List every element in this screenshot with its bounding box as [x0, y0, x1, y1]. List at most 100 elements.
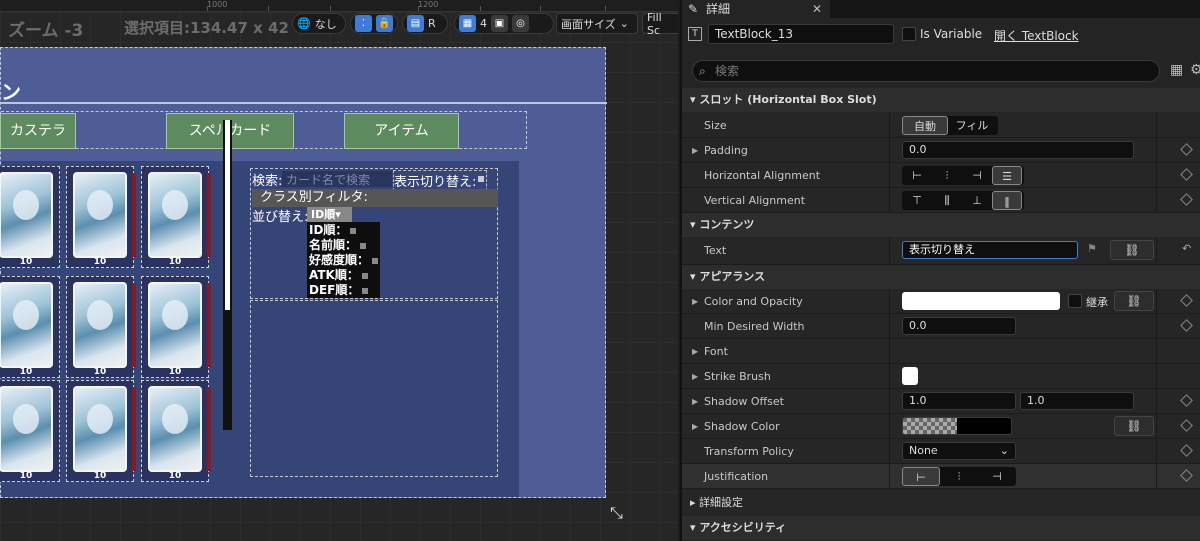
- widget-name-row: T TextBlock_13 Is Variable 開く TextBlock: [682, 24, 1200, 46]
- text-value-field[interactable]: 表示切り替え: [902, 241, 1078, 259]
- align-left-icon[interactable]: ⊢: [902, 166, 932, 185]
- is-variable-checkbox[interactable]: [902, 27, 916, 41]
- shadow-offset-y-field[interactable]: 1.0: [1020, 392, 1134, 410]
- collapse-icon: ▾: [690, 270, 700, 283]
- globe-icon: 🌐: [297, 17, 311, 30]
- respect-lock-toggle[interactable]: ▤ R: [402, 13, 448, 34]
- table-view-icon[interactable]: ▦: [1170, 62, 1183, 78]
- card-slot[interactable]: 10: [0, 166, 60, 268]
- card-slot[interactable]: 10: [66, 276, 136, 378]
- text-binding-button[interactable]: ⛓: [1110, 240, 1154, 260]
- reset-diamond-icon[interactable]: [1180, 143, 1193, 156]
- grid-snap-group[interactable]: ▦ 4 ▣ ◎: [454, 13, 554, 34]
- fill-screen-dropdown[interactable]: Fill Sc: [642, 11, 678, 37]
- justify-right-icon[interactable]: ⊣: [978, 467, 1016, 486]
- justify-left-icon[interactable]: ⊢: [902, 467, 940, 486]
- color-swatch[interactable]: [902, 292, 1060, 310]
- expand-arrow-icon[interactable]: ▶: [692, 414, 698, 439]
- widget-name-field[interactable]: TextBlock_13: [708, 24, 894, 44]
- ruler-mark-1200: 1200: [418, 0, 439, 9]
- h-align-group[interactable]: ⊢ ⫶ ⊣ ☰: [902, 166, 1024, 185]
- sort-option[interactable]: 好感度順：: [307, 253, 380, 268]
- reset-diamond-icon[interactable]: [1180, 319, 1193, 332]
- valign-bottom-icon[interactable]: ⊥: [962, 191, 992, 210]
- align-right-icon[interactable]: ⊣: [962, 166, 992, 185]
- reset-diamond-icon[interactable]: [1180, 469, 1193, 482]
- toggle-checkbox[interactable]: [478, 176, 484, 182]
- gear-icon[interactable]: ⚙: [1190, 62, 1200, 78]
- justification-group[interactable]: ⊢ ⫶ ⊣: [902, 467, 1016, 486]
- resize-handle-icon[interactable]: ⤡: [610, 503, 623, 523]
- sort-option[interactable]: 名前順：: [307, 238, 380, 253]
- detail-panel: [250, 300, 498, 477]
- expand-arrow-icon[interactable]: ▶: [692, 138, 698, 163]
- card-slot[interactable]: 10: [66, 380, 136, 482]
- card-slot[interactable]: 10: [0, 380, 60, 482]
- expand-arrow-icon[interactable]: ▶: [692, 389, 698, 414]
- details-search-input[interactable]: ⌕ 検索: [692, 60, 1160, 82]
- card-slot[interactable]: 10: [141, 380, 211, 482]
- size-toggle[interactable]: 自動 フィル: [902, 116, 998, 135]
- scrollbar-thumb[interactable]: [225, 120, 230, 310]
- reset-diamond-icon[interactable]: [1180, 419, 1193, 432]
- prop-v-align: Vertical Alignment ⊤ ⫼ ⊥ ‖: [682, 188, 1200, 213]
- justify-center-icon[interactable]: ⫶: [940, 467, 978, 486]
- tab-details[interactable]: ✎ 詳細 ✕: [682, 0, 830, 18]
- card-search-input[interactable]: カード名で検索: [282, 171, 392, 187]
- expand-arrow-icon[interactable]: ▶: [692, 364, 698, 389]
- transform-policy-dropdown[interactable]: None ⌄: [902, 442, 1016, 460]
- valign-fill-icon[interactable]: ‖: [992, 191, 1022, 210]
- strike-brush-swatch[interactable]: [902, 367, 918, 385]
- reset-arrow-icon[interactable]: ↶: [1182, 242, 1191, 255]
- card-slot[interactable]: 10: [0, 276, 60, 378]
- sort-option[interactable]: ATK順：: [307, 268, 380, 283]
- padding-field[interactable]: 0.0: [902, 141, 1134, 159]
- reset-diamond-icon[interactable]: [1180, 294, 1193, 307]
- toggle-label: 表示切り替え:: [393, 170, 488, 191]
- card-slot[interactable]: 10: [141, 166, 211, 268]
- pencil-icon: ✎: [688, 2, 699, 16]
- prop-shadow-offset: ▶ Shadow Offset 1.0 1.0: [682, 389, 1200, 414]
- color-binding-button[interactable]: ⛓: [1114, 291, 1154, 311]
- flag-icon[interactable]: ⚑: [1087, 242, 1097, 255]
- sort-dropdown[interactable]: ID順▾: [307, 207, 352, 222]
- shadow-binding-button[interactable]: ⛓: [1114, 416, 1154, 436]
- section-accessibility[interactable]: ▾ アクセシビリティ: [682, 516, 1200, 540]
- lock-toggle[interactable]: ⁚ 🔒: [350, 13, 398, 34]
- inherit-checkbox[interactable]: [1068, 294, 1082, 308]
- section-content[interactable]: ▾ コンテンツ: [682, 213, 1200, 237]
- reset-diamond-icon[interactable]: [1180, 444, 1193, 457]
- card-slot[interactable]: 10: [66, 166, 136, 268]
- reset-diamond-icon[interactable]: [1180, 193, 1193, 206]
- expand-arrow-icon[interactable]: ▶: [692, 289, 698, 314]
- card-slot[interactable]: 10: [141, 276, 211, 378]
- image-icon: ▣: [491, 15, 508, 32]
- chevron-down-icon: ⌄: [999, 444, 1009, 457]
- close-icon[interactable]: ✕: [812, 0, 822, 18]
- valign-center-icon[interactable]: ⫼: [932, 191, 962, 210]
- shadow-color-swatch[interactable]: [902, 417, 1012, 435]
- min-width-field[interactable]: 0.0: [902, 317, 1016, 335]
- card-scrollbar[interactable]: [223, 120, 232, 430]
- valign-top-icon[interactable]: ⊤: [902, 191, 932, 210]
- designer-viewport[interactable]: 1000 1200 ズーム -3 選択項目:134.47 x 42 🌐 なし ⁚…: [0, 0, 678, 541]
- size-fill-button[interactable]: フィル: [948, 116, 996, 135]
- world-toggle[interactable]: 🌐 なし: [292, 13, 346, 34]
- ruler-mark-1000: 1000: [207, 0, 228, 9]
- shadow-offset-x-field[interactable]: 1.0: [902, 392, 1016, 410]
- sort-option[interactable]: ID順：: [307, 223, 380, 238]
- section-advanced[interactable]: ▸ 詳細設定: [682, 491, 1200, 515]
- section-appearance[interactable]: ▾ アピアランス: [682, 265, 1200, 289]
- screen-size-dropdown[interactable]: 画面サイズ ⌄: [556, 13, 638, 34]
- size-auto-button[interactable]: 自動: [902, 116, 948, 135]
- open-textblock-link[interactable]: 開く TextBlock: [994, 27, 1079, 44]
- sort-option[interactable]: DEF順：: [307, 283, 380, 298]
- section-slot[interactable]: ▾ スロット (Horizontal Box Slot): [682, 88, 1200, 112]
- v-align-group[interactable]: ⊤ ⫼ ⊥ ‖: [902, 191, 1024, 210]
- align-center-icon[interactable]: ⫶: [932, 166, 962, 185]
- align-fill-icon[interactable]: ☰: [992, 166, 1022, 185]
- reset-diamond-icon[interactable]: [1180, 394, 1193, 407]
- tab-item[interactable]: アイテム: [344, 113, 459, 149]
- reset-diamond-icon[interactable]: [1180, 168, 1193, 181]
- expand-arrow-icon[interactable]: ▶: [692, 339, 698, 364]
